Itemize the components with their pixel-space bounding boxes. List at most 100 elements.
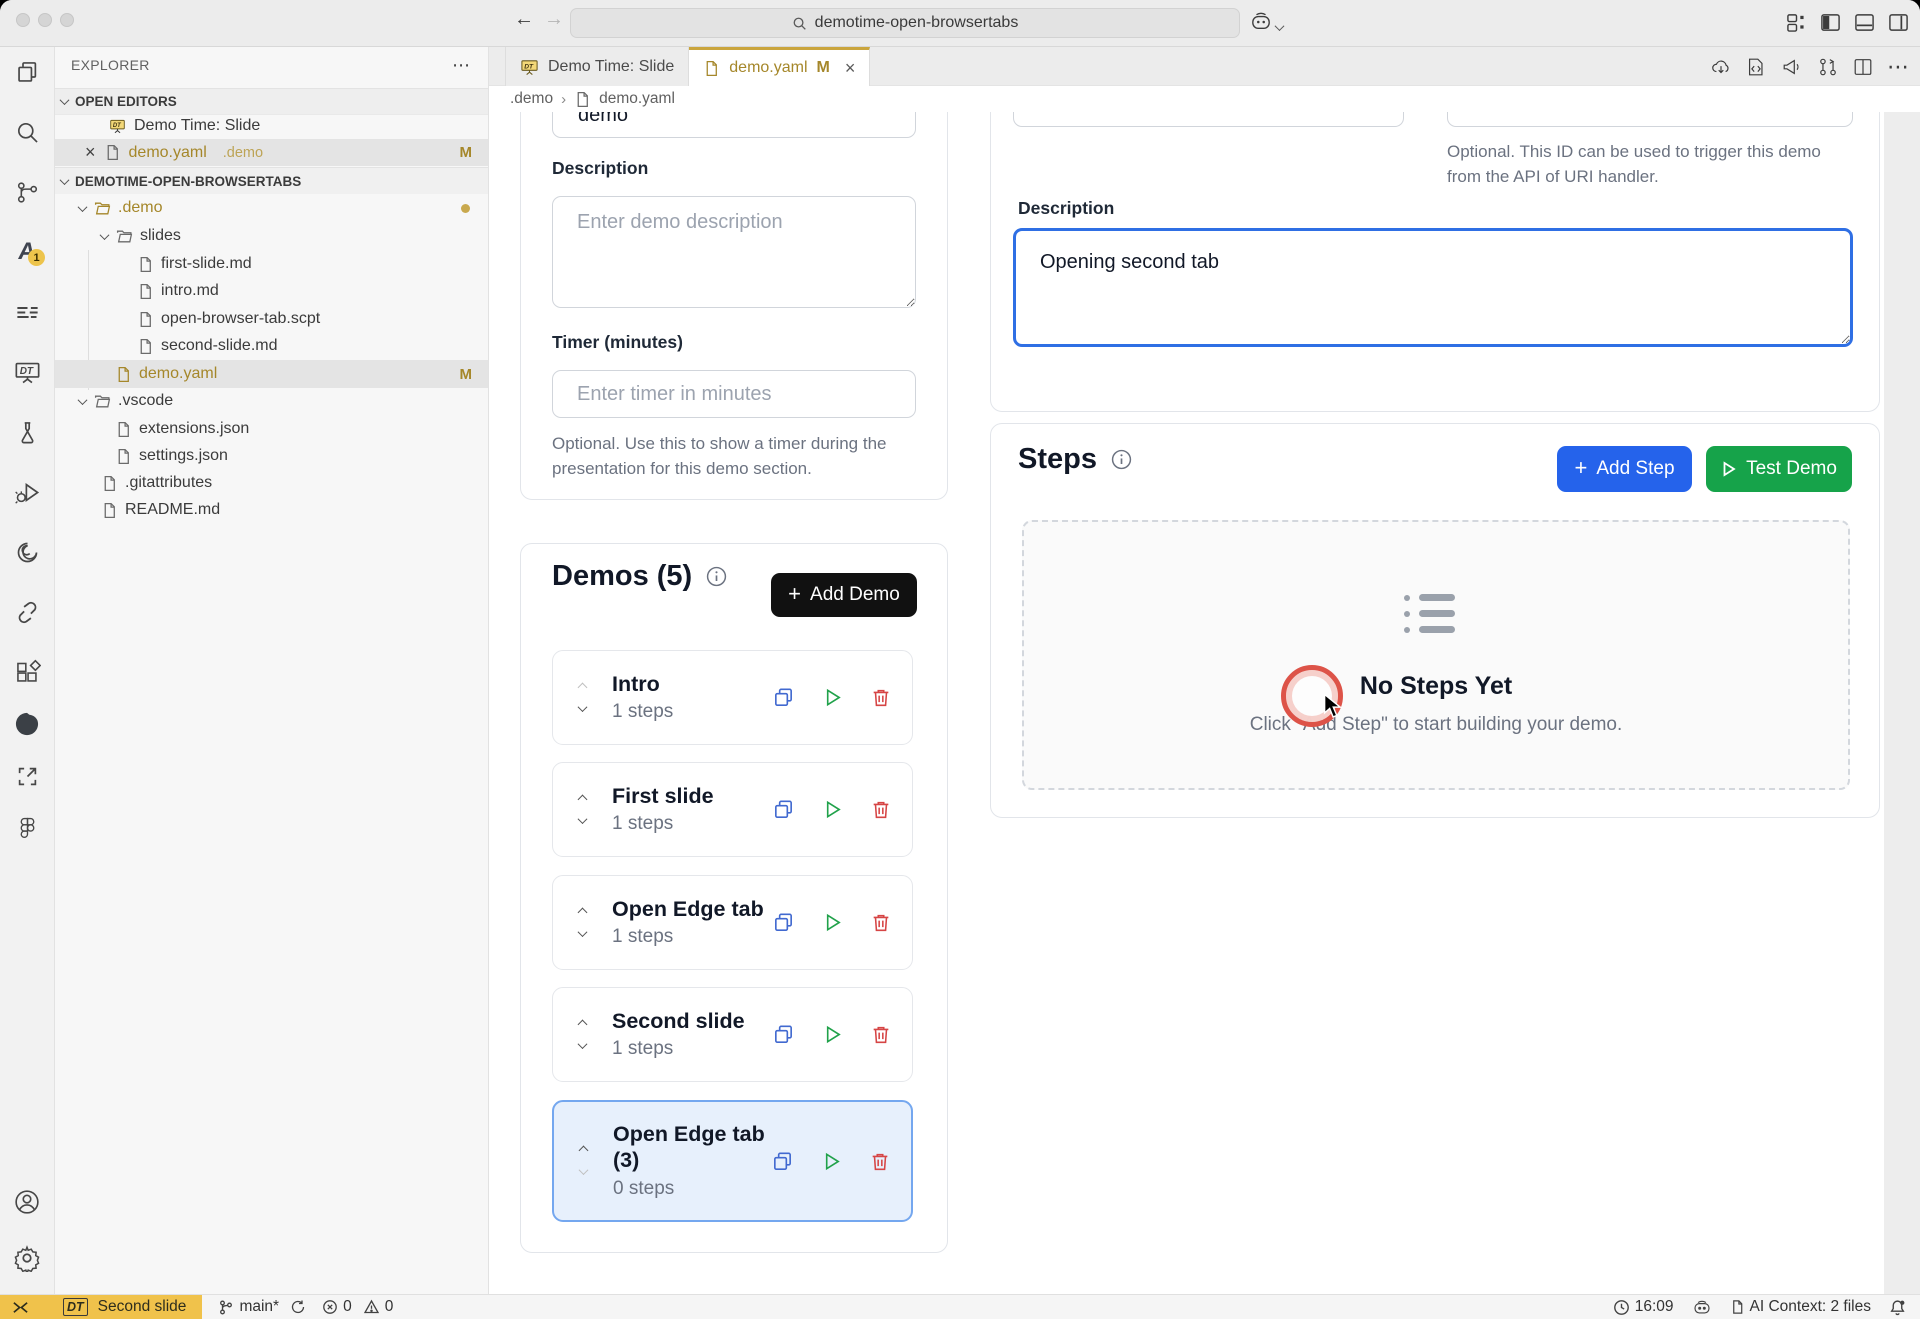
breadcrumb-folder[interactable]: .demo [510, 90, 553, 108]
play-icon[interactable] [820, 1150, 843, 1173]
list-settings-icon[interactable] [11, 296, 43, 328]
duplicate-icon[interactable] [771, 1150, 794, 1173]
toggle-primary-sidebar-icon[interactable] [1820, 12, 1841, 38]
remote-icon[interactable] [12, 1300, 29, 1315]
close-icon[interactable]: × [845, 58, 856, 79]
demo-description-textarea[interactable] [552, 196, 916, 308]
minimize-window-button[interactable] [38, 13, 52, 27]
trash-icon[interactable] [869, 1150, 891, 1173]
demo-item-open-edge-tab-3[interactable]: Open Edge tab (3)0 steps [552, 1100, 913, 1222]
tree-item-slides-folder[interactable]: slides [55, 222, 488, 250]
cloud-download-icon[interactable] [1710, 56, 1732, 78]
info-icon[interactable] [1111, 449, 1132, 470]
clock-item[interactable]: 16:09 [1613, 1298, 1674, 1316]
back-arrow[interactable]: ← [510, 8, 538, 31]
open-editor-demo-yaml[interactable]: × demo.yaml .demo M [55, 139, 488, 166]
close-window-button[interactable] [16, 13, 30, 27]
play-icon[interactable] [821, 686, 844, 709]
play-icon[interactable] [821, 798, 844, 821]
workspace-section-header[interactable]: DEMOTIME-OPEN-BROWSERTABS [55, 167, 488, 194]
demo-time-icon[interactable]: DT [11, 356, 43, 388]
move-down-icon[interactable] [578, 814, 588, 824]
demo-name-input[interactable] [1013, 112, 1404, 127]
move-down-icon[interactable] [579, 1165, 589, 1175]
pull-request-icon[interactable] [1817, 56, 1839, 78]
demo-title-input[interactable]: demo [552, 112, 916, 138]
forward-arrow[interactable]: → [540, 8, 568, 31]
extensions-icon[interactable] [11, 656, 43, 688]
tree-item-open-browser-tab[interactable]: open-browser-tab.scpt [55, 305, 488, 333]
trash-icon[interactable] [870, 686, 892, 709]
export-frame-icon[interactable] [11, 760, 43, 792]
move-down-icon[interactable] [578, 927, 588, 937]
demo-item-open-edge-tab[interactable]: Open Edge tab1 steps [552, 875, 913, 970]
problems-item[interactable]: 0 0 [322, 1298, 393, 1316]
search-icon[interactable] [11, 116, 43, 148]
move-up-icon[interactable] [578, 682, 588, 692]
open-editor-demo-time-slide[interactable]: DT Demo Time: Slide [55, 112, 488, 139]
tree-item-demo-yaml[interactable]: demo.yaml M [55, 360, 488, 388]
tab-demo-yaml[interactable]: demo.yaml M × [689, 47, 870, 86]
play-icon[interactable] [821, 911, 844, 934]
copilot-status-item[interactable] [1692, 1299, 1712, 1316]
ai-context-item[interactable]: AI Context: 2 files [1730, 1298, 1871, 1316]
linked-loops-icon[interactable] [11, 596, 43, 628]
demo-item-second-slide[interactable]: Second slide1 steps [552, 987, 913, 1082]
test-demo-button[interactable]: Test Demo [1706, 446, 1852, 492]
git-branch-item[interactable]: main* [218, 1298, 306, 1316]
command-center-search[interactable]: demotime-open-browsertabs [570, 8, 1240, 38]
trash-icon[interactable] [870, 911, 892, 934]
figma-icon[interactable] [11, 812, 43, 844]
duplicate-icon[interactable] [772, 1023, 795, 1046]
toggle-secondary-sidebar-icon[interactable] [1888, 12, 1909, 38]
tree-item-first-slide[interactable]: first-slide.md [55, 250, 488, 278]
demo-id-input[interactable] [1447, 112, 1853, 127]
demo-item-first-slide[interactable]: First slide1 steps [552, 762, 913, 857]
duplicate-icon[interactable] [772, 911, 795, 934]
tree-item-demo-folder[interactable]: .demo [55, 194, 488, 222]
testing-flask-icon[interactable] [11, 416, 43, 448]
info-icon[interactable] [706, 566, 727, 587]
source-control-icon[interactable] [11, 176, 43, 208]
tree-item-extensions-json[interactable]: extensions.json [55, 415, 488, 443]
tab-demo-time-slide[interactable]: DT Demo Time: Slide [505, 47, 689, 86]
breadcrumb-file[interactable]: demo.yaml [599, 90, 675, 108]
tree-item-gitattributes[interactable]: .gitattributes [55, 469, 488, 497]
copilot-icon[interactable] [1250, 12, 1272, 37]
tree-item-settings-json[interactable]: settings.json [55, 442, 488, 470]
duplicate-icon[interactable] [772, 686, 795, 709]
demo-item-intro[interactable]: Intro1 steps [552, 650, 913, 745]
chevron-down-icon[interactable] [1276, 18, 1283, 36]
settings-gear-icon[interactable] [11, 1242, 43, 1274]
customize-layout-icon[interactable] [1786, 12, 1807, 38]
explorer-icon[interactable] [11, 56, 43, 88]
sync-icon[interactable] [290, 1299, 306, 1315]
open-editors-header[interactable]: OPEN EDITORS [55, 88, 488, 115]
zoom-window-button[interactable] [60, 13, 74, 27]
close-icon[interactable]: × [85, 142, 96, 163]
open-preview-icon[interactable] [1745, 56, 1767, 78]
tree-item-intro[interactable]: intro.md [55, 277, 488, 305]
add-demo-button[interactable]: + Add Demo [771, 573, 917, 617]
trash-icon[interactable] [870, 798, 892, 821]
move-down-icon[interactable] [578, 702, 588, 712]
trash-icon[interactable] [870, 1023, 892, 1046]
split-editor-icon[interactable] [1852, 56, 1874, 78]
move-up-icon[interactable] [578, 907, 588, 917]
move-up-icon[interactable] [578, 794, 588, 804]
timer-input[interactable] [552, 370, 916, 418]
duplicate-icon[interactable] [772, 798, 795, 821]
move-up-icon[interactable] [579, 1146, 589, 1156]
play-icon[interactable] [821, 1023, 844, 1046]
breadcrumb[interactable]: .demo › demo.yaml [489, 86, 1920, 112]
edge-browser-icon[interactable] [11, 708, 43, 740]
swirl-extension-icon[interactable] [11, 536, 43, 568]
tree-item-vscode-folder[interactable]: .vscode [55, 387, 488, 415]
run-debug-icon[interactable] [11, 476, 43, 508]
move-up-icon[interactable] [578, 1019, 588, 1029]
move-down-icon[interactable] [578, 1039, 588, 1049]
demo-time-status-item[interactable]: DT Second slide [0, 1295, 202, 1319]
no-steps-dropzone[interactable]: No Steps Yet Click "Add Step" to start b… [1022, 520, 1850, 790]
account-icon[interactable] [11, 1186, 43, 1218]
notifications-item[interactable] [1889, 1299, 1906, 1316]
